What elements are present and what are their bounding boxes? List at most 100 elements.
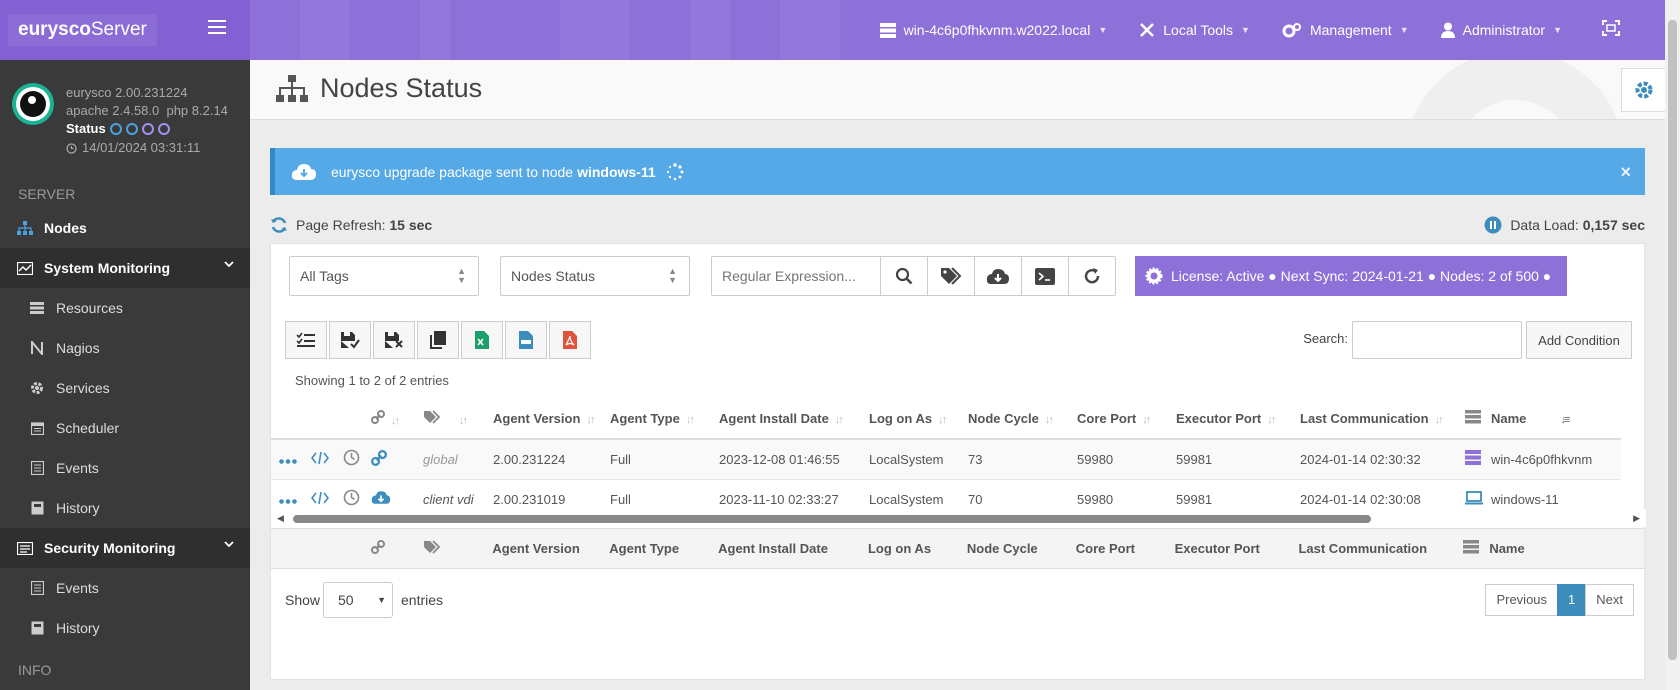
caret-down-icon: ▼: [1399, 25, 1409, 35]
chevron-down-icon: ▼: [377, 595, 386, 605]
host-menu[interactable]: win-4c6p0fhkvnm.w2022.local ▼: [879, 22, 1108, 38]
spinner-icon: [666, 162, 684, 180]
menu-toggle-icon[interactable]: [208, 20, 226, 34]
page-length-select[interactable]: 50 ▼: [323, 582, 393, 618]
table-footer-row: Agent Version Agent Type Agent Install D…: [271, 529, 1644, 569]
sidebar-item-security-history[interactable]: History: [0, 608, 250, 648]
pause-icon[interactable]: [1484, 216, 1502, 234]
code-icon[interactable]: [303, 439, 337, 479]
next-page-button[interactable]: Next: [1585, 584, 1634, 616]
brand-logo[interactable]: eurysco Server: [0, 0, 250, 60]
reload-button[interactable]: [1068, 257, 1115, 295]
fullscreen-icon[interactable]: [1602, 20, 1620, 39]
export-pdf-button[interactable]: [549, 321, 591, 359]
terminal-button[interactable]: [1021, 257, 1068, 295]
page-1-button[interactable]: 1: [1557, 584, 1587, 616]
horizontal-scrollbar[interactable]: ◀ ▶: [271, 509, 1646, 527]
tags-icon: [423, 540, 440, 554]
search-button[interactable]: [880, 257, 927, 295]
footer-core-port: Core Port: [1075, 541, 1135, 556]
scrollbar-thumb[interactable]: [293, 515, 1371, 523]
sidebar-item-label: Events: [56, 460, 99, 476]
vertical-scrollbar-thumb[interactable]: [1668, 20, 1677, 660]
sidebar-item-history[interactable]: History: [0, 488, 250, 528]
calendar-icon: [28, 419, 46, 437]
sidebar-item-events[interactable]: Events: [0, 448, 250, 488]
refresh-icon[interactable]: [270, 216, 288, 234]
install-date-header[interactable]: Agent Install Date ↓↑: [719, 399, 869, 439]
name-type-icon-header: [1465, 399, 1491, 439]
alert-close-button[interactable]: ×: [1620, 162, 1631, 183]
agent-version-header[interactable]: Agent Version ↓↑: [493, 399, 610, 439]
save-filter-button[interactable]: [329, 321, 371, 359]
view-select[interactable]: Nodes Status ▲ ▼: [500, 256, 690, 296]
sidebar-group-system-monitoring[interactable]: System Monitoring: [0, 248, 250, 288]
avatar: [12, 83, 54, 125]
node-cycle-header[interactable]: Node Cycle ↓↑: [968, 399, 1077, 439]
link-icon[interactable]: [371, 439, 423, 479]
sidebar-item-security-events[interactable]: Events: [0, 568, 250, 608]
management-menu[interactable]: Management ▼: [1282, 22, 1409, 38]
redo-icon: [1084, 268, 1100, 284]
log-on-as-header[interactable]: Log on As ↓↑: [869, 399, 968, 439]
more-icon[interactable]: [271, 439, 303, 479]
version-text: eurysco 2.00.231224: [66, 85, 188, 100]
agent-type-header[interactable]: Agent Type ↓↑: [610, 399, 719, 439]
sidebar-item-scheduler[interactable]: Scheduler: [0, 408, 250, 448]
last-comm-header[interactable]: Last Communication ↓↑: [1300, 399, 1465, 439]
book-icon: [28, 619, 46, 637]
status-icon-4: [157, 123, 170, 135]
license-text: License: Active ● Next Sync: 2024-01-21 …: [1171, 268, 1552, 284]
export-csv-button[interactable]: [505, 321, 547, 359]
sidebar-item-nodes[interactable]: Nodes: [0, 208, 250, 248]
tags-button[interactable]: [927, 257, 974, 295]
download-button[interactable]: [974, 257, 1021, 295]
security-list-icon: [16, 539, 34, 557]
brand-bold: eurysco: [18, 19, 91, 40]
user-label: Administrator: [1462, 22, 1546, 38]
view-select-value: Nodes Status: [511, 268, 596, 284]
add-condition-button[interactable]: Add Condition: [1526, 321, 1632, 359]
export-excel-button[interactable]: [461, 321, 503, 359]
table-footer: Agent Version Agent Type Agent Install D…: [271, 528, 1644, 569]
tags-column-header[interactable]: ↓↑: [423, 399, 493, 439]
previous-page-button[interactable]: Previous: [1485, 584, 1559, 616]
row-name[interactable]: win-4c6p0fhkvnm: [1491, 439, 1621, 479]
copy-button[interactable]: [417, 321, 459, 359]
executor-port-header[interactable]: Executor Port ↓↑: [1176, 399, 1300, 439]
history-clock-icon[interactable]: [337, 439, 371, 479]
regex-input[interactable]: [712, 257, 880, 295]
vertical-scrollbar[interactable]: [1665, 0, 1680, 690]
stack-text: apache 2.4.58.0 php 8.2.14: [66, 103, 228, 118]
sidebar-item-nagios[interactable]: Nagios: [0, 328, 250, 368]
user-panel: eurysco 2.00.231224 apache 2.4.58.0 php …: [0, 60, 250, 180]
tools-icon: [1140, 23, 1155, 37]
sidebar-item-resources[interactable]: Resources: [0, 288, 250, 328]
management-label: Management: [1309, 22, 1392, 38]
settings-button[interactable]: [1621, 68, 1665, 112]
select-arrows-icon: ▲ ▼: [668, 266, 677, 285]
table-search-input[interactable]: [1352, 321, 1522, 359]
caret-down-icon: ▼: [1098, 25, 1108, 35]
local-tools-menu[interactable]: Local Tools ▼: [1139, 22, 1250, 38]
user-menu[interactable]: Administrator ▼: [1440, 22, 1562, 38]
link-column-header[interactable]: ↓↑: [371, 399, 423, 439]
core-port-header[interactable]: Core Port ↓↑: [1077, 399, 1176, 439]
tags-select[interactable]: All Tags ▲ ▼: [289, 256, 479, 296]
table-toolbar: [285, 321, 593, 359]
caret-down-icon: ▼: [1241, 25, 1250, 35]
sidebar-item-label: Services: [56, 380, 110, 396]
table-row[interactable]: global 2.00.231224 Full 2023-12-08 01:46…: [271, 439, 1621, 479]
column-list-button[interactable]: [285, 321, 327, 359]
scroll-left-icon[interactable]: ◀: [277, 513, 284, 524]
delete-filter-button[interactable]: [373, 321, 415, 359]
certificate-icon: [1145, 267, 1163, 285]
sidebar-item-services[interactable]: Services: [0, 368, 250, 408]
sidebar-group-security-monitoring[interactable]: Security Monitoring: [0, 528, 250, 568]
scroll-right-icon[interactable]: ▶: [1633, 513, 1640, 524]
tags-select-value: All Tags: [300, 268, 349, 284]
name-header[interactable]: Name ↓≡: [1491, 399, 1621, 439]
file-excel-icon: [475, 331, 489, 349]
nagios-icon: [28, 339, 46, 357]
list-check-icon: [296, 332, 315, 347]
